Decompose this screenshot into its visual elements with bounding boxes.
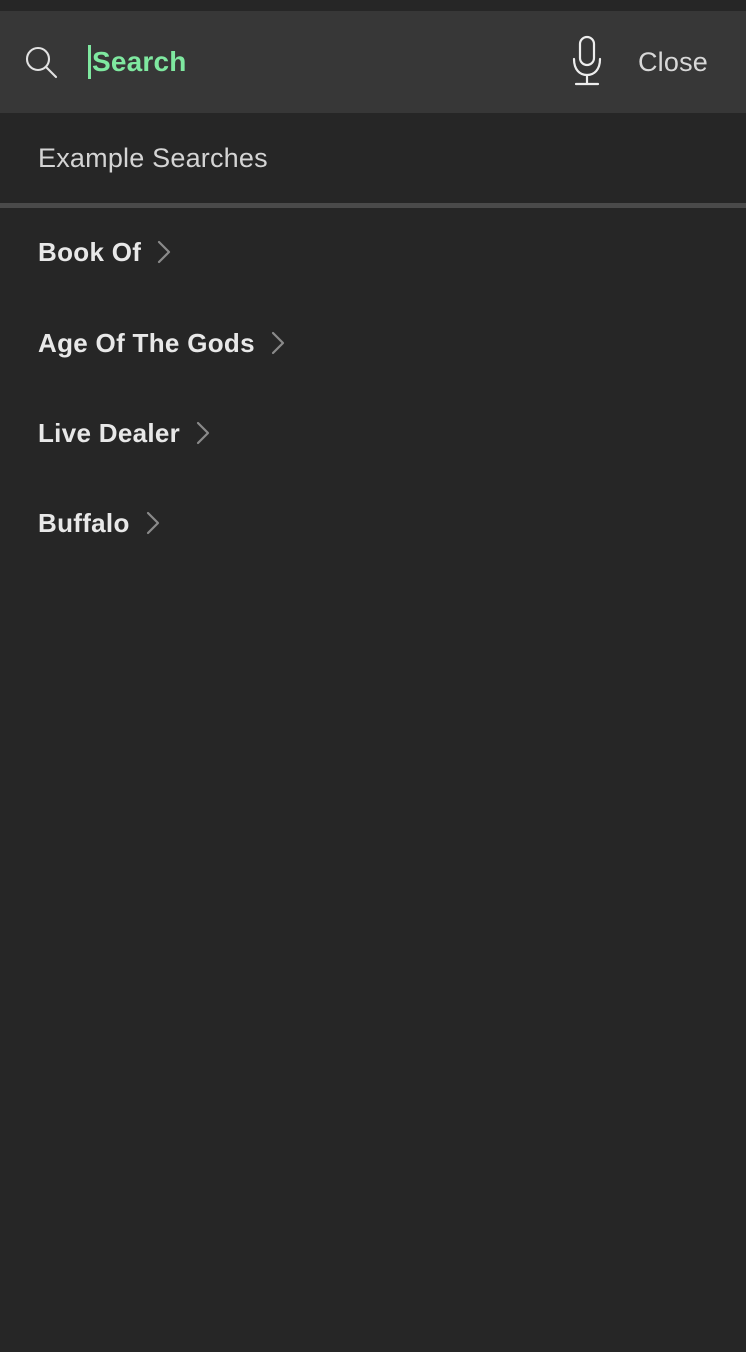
search-icon[interactable] [0,11,72,113]
example-searches-section-header: Example Searches [0,113,746,203]
search-input-value: Search [92,46,187,77]
search-header-bar: Search Close [0,11,746,113]
list-item[interactable]: Age Of The Gods [0,315,746,371]
microphone-icon[interactable] [548,11,626,113]
status-bar-strip [0,0,746,11]
list-item[interactable]: Live Dealer [0,405,746,461]
list-item-label: Buffalo [38,508,130,538]
list-item[interactable]: Book Of [0,224,746,280]
chevron-right-icon [269,329,287,357]
list-item-label: Live Dealer [38,418,181,448]
search-overlay-screen: Search Close Example Searches Book Of Ag… [0,0,746,1352]
chevron-right-icon [194,419,212,447]
section-title: Example Searches [38,142,268,173]
chevron-right-icon [144,509,162,537]
search-input[interactable]: Search [72,11,548,113]
list-item-label: Age Of The Gods [38,328,255,358]
list-item[interactable]: Buffalo [0,495,746,551]
chevron-right-icon [155,238,173,266]
close-button[interactable]: Close [626,11,746,113]
text-cursor [88,45,91,79]
example-searches-list: Book Of Age Of The Gods Live Dealer Buff… [0,208,746,1352]
list-item-label: Book Of [38,237,142,267]
